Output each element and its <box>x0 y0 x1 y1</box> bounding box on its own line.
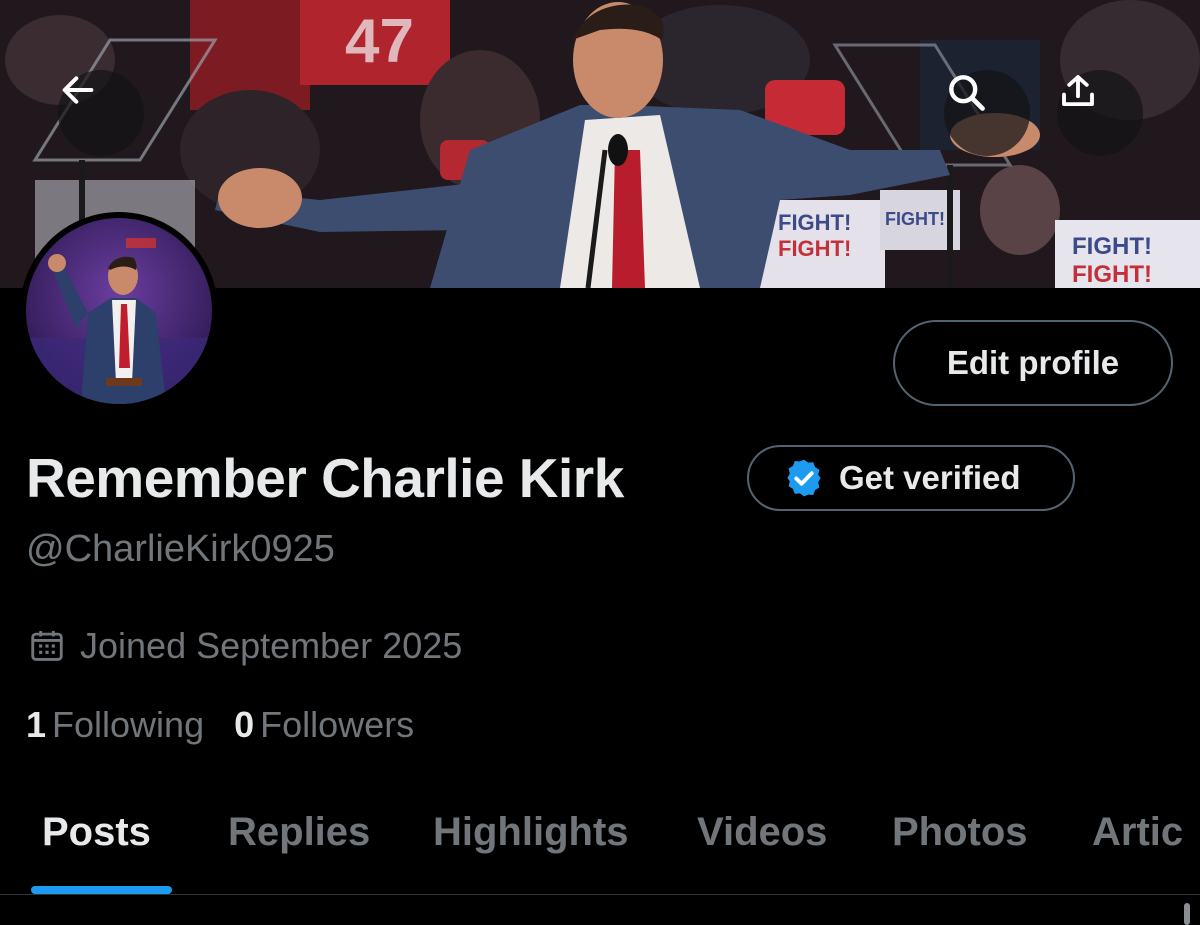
tab-videos[interactable]: Videos <box>697 810 827 855</box>
following-label: Following <box>52 704 205 745</box>
share-button[interactable] <box>1057 70 1143 156</box>
follow-stats: 1 Following 0 Followers <box>26 704 414 746</box>
calendar-icon <box>31 630 63 661</box>
banner-sign-fight-5: FIGHT! <box>1072 261 1152 288</box>
following-link[interactable]: 1 Following <box>26 704 204 746</box>
joined-date-row: Joined September 2025 <box>28 622 462 670</box>
tab-posts[interactable]: Posts <box>42 810 151 855</box>
search-icon <box>949 75 985 111</box>
active-tab-indicator <box>31 886 172 894</box>
followers-link[interactable]: 0 Followers <box>234 704 414 746</box>
get-verified-button[interactable]: Get verified <box>747 445 1075 511</box>
tab-articles[interactable]: Artic <box>1092 810 1183 855</box>
get-verified-label: Get verified <box>839 459 1021 496</box>
tab-replies[interactable]: Replies <box>228 810 370 855</box>
banner-sign-47: 47 <box>345 7 414 76</box>
edit-profile-button[interactable]: Edit profile <box>893 320 1173 406</box>
profile-tabs: Posts Replies Highlights Videos Photos A… <box>0 780 1200 895</box>
joined-date-text: Joined September 2025 <box>80 625 463 666</box>
banner-sign-fight-3: FIGHT! <box>885 209 945 229</box>
followers-count: 0 <box>234 704 255 745</box>
back-button[interactable] <box>58 70 144 156</box>
avatar[interactable] <box>20 212 218 410</box>
arrow-left-icon <box>62 76 94 104</box>
verified-badge-icon <box>787 459 821 497</box>
display-name: Remember Charlie Kirk <box>26 447 624 509</box>
following-count: 1 <box>26 704 47 745</box>
banner-sign-fight-2: FIGHT! <box>778 236 851 261</box>
tab-highlights[interactable]: Highlights <box>433 810 629 855</box>
scrollbar[interactable] <box>1184 903 1190 925</box>
banner-sign-fight-1: FIGHT! <box>778 210 851 235</box>
share-upload-icon <box>1062 75 1094 107</box>
avatar-image <box>26 218 212 404</box>
tab-photos[interactable]: Photos <box>892 810 1028 855</box>
banner-sign-fight-4: FIGHT! <box>1072 233 1152 260</box>
user-handle: @CharlieKirk0925 <box>26 528 335 570</box>
followers-label: Followers <box>260 704 415 745</box>
search-button[interactable] <box>944 70 1030 156</box>
